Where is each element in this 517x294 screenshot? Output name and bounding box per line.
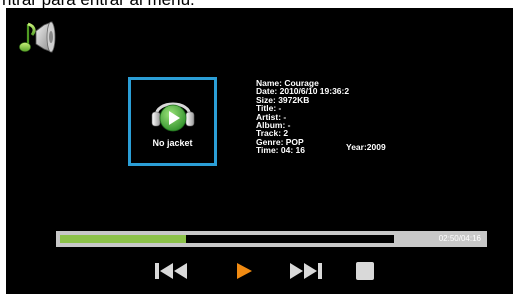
skip-previous-icon[interactable] — [153, 258, 193, 284]
music-speaker-icon — [19, 21, 56, 53]
track-info-panel: Name: Courage Date: 2010/6/10 19:36:2 Si… — [256, 79, 349, 155]
playback-controls — [146, 258, 386, 284]
stop-icon[interactable] — [353, 258, 377, 284]
track-duration: Time: 04: 16 — [256, 145, 305, 156]
track-year: Year:2009 — [346, 142, 386, 152]
play-icon[interactable] — [233, 258, 255, 284]
progress-bar-fill — [60, 235, 187, 243]
headphones-play-icon — [151, 102, 195, 132]
no-jacket-label: No jacket — [152, 138, 193, 148]
playback-time: 02:50/04:16 — [438, 234, 481, 243]
media-player-page: ntrar para entrar al menú. — [0, 0, 517, 294]
skip-next-icon[interactable] — [285, 258, 325, 284]
progress-bar-track[interactable] — [60, 235, 394, 243]
album-cover-frame[interactable]: No jacket — [128, 77, 217, 166]
music-player-screen: No jacket Name: Courage Date: 2010/6/10 … — [6, 8, 513, 294]
progress-bar[interactable]: 02:50/04:16 — [56, 231, 487, 247]
top-caption-text: ntrar para entrar al menú. — [0, 0, 517, 8]
